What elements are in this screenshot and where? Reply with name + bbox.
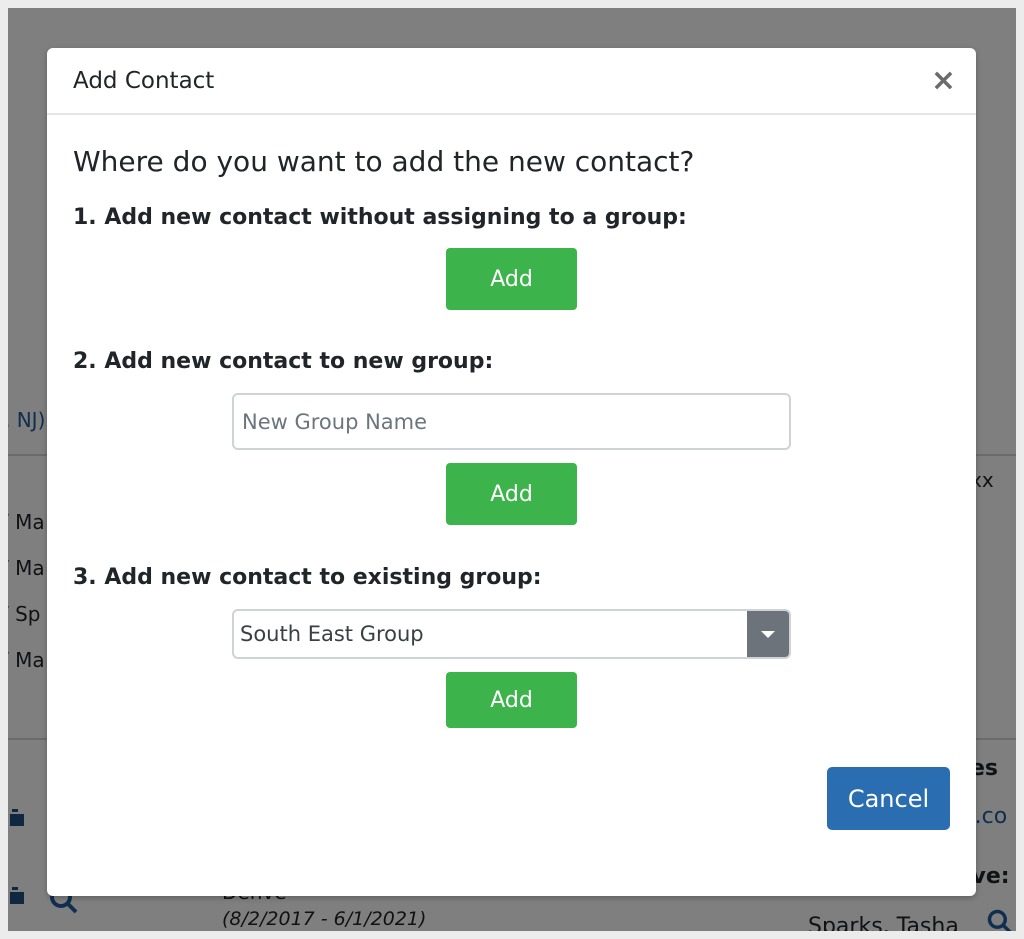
modal-title: Add Contact [73, 67, 215, 94]
add-contact-modal: Add Contact × Where do you want to add t… [47, 48, 976, 896]
new-group-name-input[interactable] [232, 393, 791, 450]
option1-label: 1. Add new contact without assigning to … [73, 205, 687, 230]
modal-question: Where do you want to add the new contact… [73, 145, 695, 178]
selected-group: South East Group [240, 622, 424, 646]
modal-header: Add Contact × [47, 48, 976, 115]
existing-group-select[interactable]: South East Group [232, 609, 791, 659]
add-to-new-group-button[interactable]: Add [446, 463, 577, 525]
cancel-button[interactable]: Cancel [827, 767, 950, 830]
close-icon[interactable]: × [931, 65, 956, 96]
option2-label: 2. Add new contact to new group: [73, 349, 494, 374]
chevron-down-icon [761, 630, 775, 638]
option3-label: 3. Add new contact to existing group: [73, 565, 542, 590]
add-without-group-button[interactable]: Add [446, 248, 577, 310]
add-to-existing-group-button[interactable]: Add [446, 672, 577, 728]
dropdown-toggle[interactable] [747, 611, 789, 657]
app-frame: , NJ) / Ma / Ma / Sp / Ma xx es t.co ive… [8, 8, 1016, 931]
